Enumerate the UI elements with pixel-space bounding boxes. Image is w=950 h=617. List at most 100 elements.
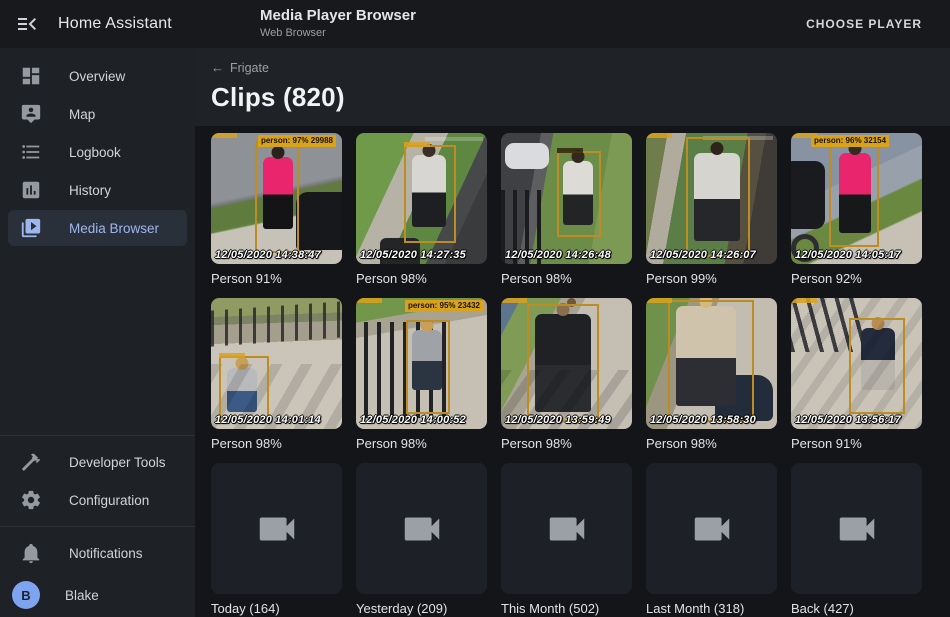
- video-camera-icon: [254, 506, 300, 552]
- video-camera-icon: [399, 506, 445, 552]
- folder-thumbnail: [211, 463, 342, 594]
- video-camera-icon: [834, 506, 880, 552]
- cog-icon: [20, 489, 42, 511]
- detection-mini-label: [646, 133, 672, 138]
- clip-caption: Person 98%: [356, 436, 487, 451]
- sidebar-item-history[interactable]: History: [8, 172, 187, 208]
- detection-mini-label: [404, 142, 430, 147]
- app-toolbar: Home Assistant Media Player Browser Web …: [0, 0, 950, 48]
- folder-caption: Last Month (318): [646, 601, 777, 616]
- folder-card[interactable]: This Month (502): [501, 463, 632, 616]
- folder-caption: Back (427): [791, 601, 922, 616]
- detection-mini-label: [356, 298, 382, 303]
- clip-caption: Person 92%: [791, 271, 922, 286]
- detection-bounding-box: [255, 141, 299, 253]
- view-dashboard-icon: [20, 65, 42, 87]
- detection-bounding-box: [668, 300, 754, 422]
- folder-thumbnail: [356, 463, 487, 594]
- clip-caption: Person 98%: [211, 436, 342, 451]
- page-heading: Clips (820): [211, 82, 934, 113]
- folder-card[interactable]: Back (427): [791, 463, 922, 616]
- clip-thumbnail: 12/05/2020 14:01:14: [211, 298, 342, 429]
- sidebar: Overview Map Logbook History Media Brows…: [0, 48, 195, 617]
- video-camera-icon: [544, 506, 590, 552]
- clip-caption: Person 99%: [646, 271, 777, 286]
- clip-card[interactable]: person: 97% 29988 12/05/2020 14:38:47 Pe…: [211, 133, 342, 286]
- clip-thumbnail: person: 95% 23432 12/05/2020 14:00:52: [356, 298, 487, 429]
- folder-thumbnail: [501, 463, 632, 594]
- clip-caption: Person 98%: [501, 436, 632, 451]
- play-box-multiple-icon: [20, 217, 42, 239]
- clip-timestamp-overlay: 12/05/2020 14:05:17: [795, 249, 901, 261]
- sidebar-user-profile[interactable]: B Blake: [0, 573, 195, 617]
- chart-box-icon: [20, 179, 42, 201]
- sidebar-item-media-browser[interactable]: Media Browser: [8, 210, 187, 246]
- clip-card[interactable]: 12/05/2020 13:58:30 Person 98%: [646, 298, 777, 451]
- sidebar-item-logbook[interactable]: Logbook: [8, 134, 187, 170]
- clip-caption: Person 98%: [356, 271, 487, 286]
- detection-bounding-box: [219, 356, 269, 422]
- folder-caption: This Month (502): [501, 601, 632, 616]
- back-arrow-icon: [211, 60, 230, 75]
- sidebar-item-configuration[interactable]: Configuration: [8, 482, 187, 518]
- folder-thumbnail: [791, 463, 922, 594]
- clip-timestamp-overlay: 12/05/2020 13:56:17: [795, 414, 901, 426]
- detection-mini-label: [646, 298, 672, 303]
- page-title-block: Media Player Browser Web Browser: [260, 7, 416, 39]
- folder-card[interactable]: Yesterday (209): [356, 463, 487, 616]
- clip-thumbnail: person: 96% 32154 12/05/2020 14:05:17: [791, 133, 922, 264]
- clip-timestamp-overlay: 12/05/2020 13:59:49: [505, 414, 611, 426]
- avatar: B: [12, 581, 40, 609]
- clip-timestamp-overlay: 12/05/2020 14:38:47: [215, 249, 321, 261]
- format-list-icon: [20, 141, 42, 163]
- sidebar-toggle-icon[interactable]: [16, 12, 40, 36]
- choose-player-button[interactable]: CHOOSE PLAYER: [800, 0, 928, 48]
- detection-bounding-box: [406, 320, 450, 414]
- detection-label: person: 96% 32154: [811, 135, 889, 147]
- app-title: Home Assistant: [58, 15, 172, 33]
- content-header: Frigate Clips (820): [195, 48, 950, 126]
- sidebar-item-developer-tools[interactable]: Developer Tools: [8, 444, 187, 480]
- page-subtitle: Web Browser: [260, 27, 416, 39]
- detection-mini-label: [219, 353, 245, 358]
- clip-card[interactable]: person: 95% 23432 12/05/2020 14:00:52 Pe…: [356, 298, 487, 451]
- sidebar-main-nav: Overview Map Logbook History Media Brows…: [0, 48, 195, 248]
- clip-caption: Person 91%: [791, 436, 922, 451]
- video-camera-icon: [689, 506, 735, 552]
- clip-card[interactable]: person: 96% 32154 12/05/2020 14:05:17 Pe…: [791, 133, 922, 286]
- clip-card[interactable]: 12/05/2020 13:56:17 Person 91%: [791, 298, 922, 451]
- sidebar-spacer: [0, 248, 195, 429]
- clip-thumbnail: 12/05/2020 14:26:07: [646, 133, 777, 264]
- folder-card[interactable]: Last Month (318): [646, 463, 777, 616]
- folder-card[interactable]: Today (164): [211, 463, 342, 616]
- clip-card[interactable]: 12/05/2020 14:26:07 Person 99%: [646, 133, 777, 286]
- sidebar-item-map[interactable]: Map: [8, 96, 187, 132]
- page-title: Media Player Browser: [260, 7, 416, 24]
- clip-card[interactable]: 12/05/2020 13:59:49 Person 98%: [501, 298, 632, 451]
- clip-thumbnail: 12/05/2020 13:58:30: [646, 298, 777, 429]
- detection-mini-label: [791, 298, 817, 303]
- clip-thumbnail: 12/05/2020 13:59:49: [501, 298, 632, 429]
- back-to-frigate-link[interactable]: Frigate: [211, 60, 269, 75]
- clip-card[interactable]: 12/05/2020 14:27:35 Person 98%: [356, 133, 487, 286]
- sidebar-item-notifications[interactable]: Notifications: [8, 535, 187, 571]
- clip-caption: Person 98%: [646, 436, 777, 451]
- sidebar-item-overview[interactable]: Overview: [8, 58, 187, 94]
- user-name: Blake: [65, 588, 99, 603]
- hammer-icon: [20, 451, 42, 473]
- clip-timestamp-overlay: 12/05/2020 14:00:52: [360, 414, 466, 426]
- clip-thumbnail: 12/05/2020 14:26:48: [501, 133, 632, 264]
- clip-card[interactable]: 12/05/2020 14:01:14 Person 98%: [211, 298, 342, 451]
- detection-label: person: 97% 29988: [258, 135, 336, 147]
- clip-timestamp-overlay: 12/05/2020 14:26:07: [650, 249, 756, 261]
- clip-timestamp-overlay: 12/05/2020 14:27:35: [360, 249, 466, 261]
- detection-bounding-box: [686, 137, 750, 257]
- sidebar-bottom-nav: Developer Tools Configuration: [0, 442, 195, 520]
- clip-card[interactable]: 12/05/2020 14:26:48 Person 98%: [501, 133, 632, 286]
- detection-mini-label: [501, 298, 527, 303]
- detection-bounding-box: [404, 145, 456, 243]
- clip-timestamp-overlay: 12/05/2020 14:01:14: [215, 414, 321, 426]
- clip-thumbnail: person: 97% 29988 12/05/2020 14:38:47: [211, 133, 342, 264]
- clip-caption: Person 98%: [501, 271, 632, 286]
- detection-label: person: 95% 23432: [405, 300, 483, 312]
